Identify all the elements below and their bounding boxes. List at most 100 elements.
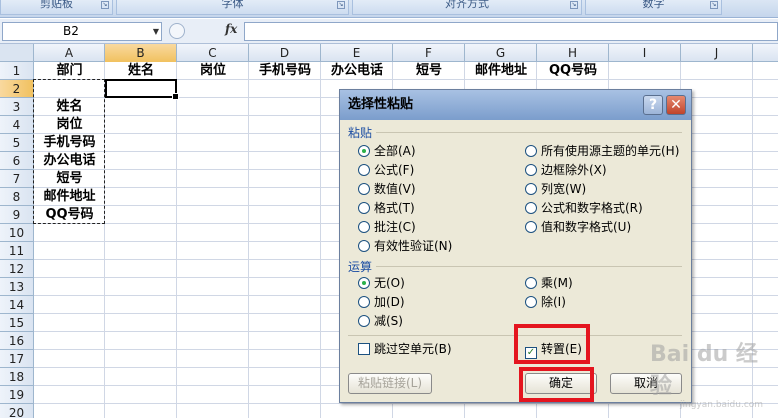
column-header-a[interactable]: A xyxy=(34,44,105,62)
column-header-f[interactable]: F xyxy=(393,44,465,62)
radio-icon[interactable] xyxy=(525,145,537,157)
name-box-value: B2 xyxy=(63,24,79,38)
transpose-highlight xyxy=(514,324,590,364)
row-header[interactable]: 1 xyxy=(0,62,34,80)
column-header-c[interactable]: C xyxy=(177,44,249,62)
row-header[interactable]: 10 xyxy=(0,224,34,242)
row-header[interactable]: 20 xyxy=(0,404,34,418)
row-header[interactable]: 14 xyxy=(0,296,34,314)
option-label: 跳过空单元(B) xyxy=(374,342,452,356)
divider xyxy=(376,132,682,133)
radio-selected-icon[interactable] xyxy=(358,277,370,289)
ribbon-group-alignment[interactable]: 对齐方式 ↘ xyxy=(352,0,582,15)
radio-icon[interactable] xyxy=(525,296,537,308)
ribbon-group-clipboard[interactable]: 剪贴板 ↘ xyxy=(0,0,113,15)
row-header[interactable]: 3 xyxy=(0,98,34,116)
row-header[interactable]: 19 xyxy=(0,386,34,404)
help-button[interactable]: ? xyxy=(643,95,663,115)
radio-icon[interactable] xyxy=(525,277,537,289)
option-label: 有效性验证(N) xyxy=(374,239,453,253)
paste-section-label: 粘贴 xyxy=(348,126,373,140)
column-header-h[interactable]: H xyxy=(537,44,609,62)
select-all-corner[interactable] xyxy=(0,44,34,62)
radio-paste-source-theme[interactable]: 所有使用源主题的单元(H) xyxy=(525,143,679,159)
row-header[interactable]: 11 xyxy=(0,242,34,260)
radio-paste-all[interactable]: 全部(A) xyxy=(358,143,416,159)
dialog-launcher-icon[interactable]: ↘ xyxy=(570,1,578,9)
cell-e1[interactable]: 办公电话 xyxy=(321,62,393,80)
cell-h1[interactable]: QQ号码 xyxy=(537,62,609,80)
dialog-launcher-icon[interactable]: ↘ xyxy=(710,1,718,9)
row-header[interactable]: 9 xyxy=(0,206,34,224)
row-header[interactable]: 16 xyxy=(0,332,34,350)
row-header[interactable]: 13 xyxy=(0,278,34,296)
radio-selected-icon[interactable] xyxy=(358,145,370,157)
radio-icon[interactable] xyxy=(358,240,370,252)
close-button[interactable]: ✕ xyxy=(666,95,686,115)
radio-paste-except-borders[interactable]: 边框除外(X) xyxy=(525,162,607,178)
radio-paste-validation[interactable]: 有效性验证(N) xyxy=(358,238,452,254)
radio-paste-values[interactable]: 数值(V) xyxy=(358,181,416,197)
checkbox-skip-blanks[interactable]: 跳过空单元(B) xyxy=(358,341,452,357)
ribbon-group-number[interactable]: 数字 ↘ xyxy=(585,0,722,15)
column-header-i[interactable]: I xyxy=(609,44,681,62)
insert-function-icon[interactable]: fx xyxy=(225,22,237,36)
ribbon-group-label: 对齐方式 xyxy=(445,0,489,10)
cell-b1[interactable]: 姓名 xyxy=(105,62,177,80)
dialog-title[interactable]: 选择性粘贴 xyxy=(340,90,691,120)
radio-icon[interactable] xyxy=(358,221,370,233)
active-cell-b2[interactable] xyxy=(105,79,179,100)
row-header[interactable]: 6 xyxy=(0,152,34,170)
radio-paste-comments[interactable]: 批注(C) xyxy=(358,219,416,235)
name-box[interactable]: B2 ▼ xyxy=(2,22,162,41)
radio-icon[interactable] xyxy=(358,164,370,176)
row-header[interactable]: 17 xyxy=(0,350,34,368)
cell-f1[interactable]: 短号 xyxy=(393,62,465,80)
row-header[interactable]: 12 xyxy=(0,260,34,278)
column-header-b[interactable]: B xyxy=(105,44,177,62)
cell-c1[interactable]: 岗位 xyxy=(177,62,249,80)
radio-paste-formulas[interactable]: 公式(F) xyxy=(358,162,414,178)
ribbon-group-font[interactable]: 字体 ↘ xyxy=(116,0,349,15)
radio-icon[interactable] xyxy=(525,183,537,195)
radio-icon[interactable] xyxy=(358,183,370,195)
formula-input[interactable] xyxy=(244,22,778,41)
radio-paste-column-widths[interactable]: 列宽(W) xyxy=(525,181,586,197)
dialog-launcher-icon[interactable]: ↘ xyxy=(337,1,345,9)
cell-a1[interactable]: 部门 xyxy=(34,62,105,80)
chevron-down-icon[interactable]: ▼ xyxy=(153,23,159,40)
radio-paste-values-numbers[interactable]: 值和数字格式(U) xyxy=(525,219,631,235)
radio-icon[interactable] xyxy=(358,315,370,327)
paste-link-button[interactable]: 粘贴链接(L) xyxy=(348,373,432,394)
radio-icon[interactable] xyxy=(525,221,537,233)
radio-op-subtract[interactable]: 减(S) xyxy=(358,313,403,329)
column-header-d[interactable]: D xyxy=(249,44,321,62)
radio-op-divide[interactable]: 除(I) xyxy=(525,294,566,310)
row-header[interactable]: 15 xyxy=(0,314,34,332)
expand-icon[interactable] xyxy=(169,23,185,39)
checkbox-icon[interactable] xyxy=(358,343,370,355)
row-header[interactable]: 4 xyxy=(0,116,34,134)
row-header[interactable]: 2 xyxy=(0,80,34,98)
formula-buttons: fx xyxy=(167,22,242,41)
radio-icon[interactable] xyxy=(358,296,370,308)
radio-op-none[interactable]: 无(O) xyxy=(358,275,405,291)
cell-d1[interactable]: 手机号码 xyxy=(249,62,321,80)
option-label: 减(S) xyxy=(374,314,403,328)
radio-paste-formulas-numbers[interactable]: 公式和数字格式(R) xyxy=(525,200,643,216)
radio-paste-formats[interactable]: 格式(T) xyxy=(358,200,415,216)
radio-icon[interactable] xyxy=(525,202,537,214)
cell-g1[interactable]: 邮件地址 xyxy=(465,62,537,80)
radio-op-add[interactable]: 加(D) xyxy=(358,294,405,310)
row-header[interactable]: 5 xyxy=(0,134,34,152)
radio-icon[interactable] xyxy=(358,202,370,214)
column-header-j[interactable]: J xyxy=(681,44,753,62)
radio-icon[interactable] xyxy=(525,164,537,176)
row-header[interactable]: 7 xyxy=(0,170,34,188)
row-header[interactable]: 18 xyxy=(0,368,34,386)
row-header[interactable]: 8 xyxy=(0,188,34,206)
radio-op-multiply[interactable]: 乘(M) xyxy=(525,275,573,291)
column-header-g[interactable]: G xyxy=(465,44,537,62)
column-header-e[interactable]: E xyxy=(321,44,393,62)
dialog-launcher-icon[interactable]: ↘ xyxy=(101,1,109,9)
